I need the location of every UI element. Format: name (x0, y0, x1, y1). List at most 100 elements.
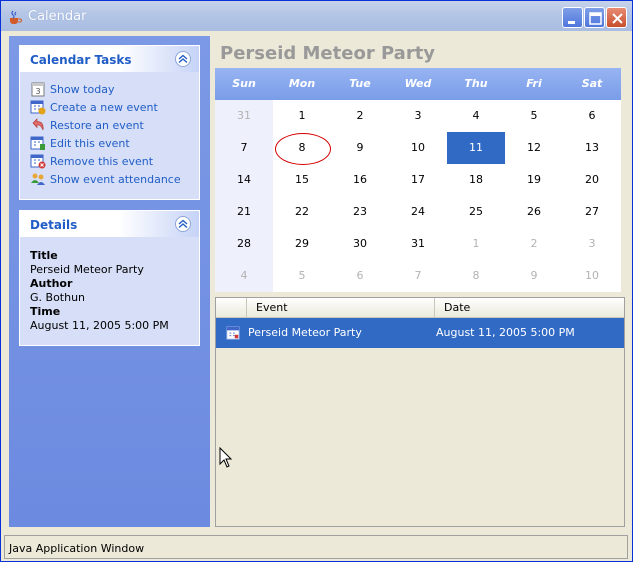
calendar-day[interactable]: 5 (505, 100, 563, 132)
details-header[interactable]: Details (20, 211, 199, 237)
day-of-week-header: Sun (232, 77, 256, 90)
day-of-week-header: Fri (526, 77, 542, 90)
calendar-day[interactable]: 17 (389, 164, 447, 196)
details-body: Title Perseid Meteor Party Author G. Bot… (20, 237, 199, 341)
close-icon (612, 13, 623, 24)
maximize-icon (589, 12, 602, 25)
sidebar: Calendar Tasks 3 Show today Create a new… (9, 36, 210, 527)
java-cup-icon (10, 10, 22, 24)
event-icon (226, 326, 240, 340)
calendar-day[interactable]: 14 (215, 164, 273, 196)
collapse-tasks-button[interactable] (175, 51, 191, 67)
calendar-day-other-month[interactable]: 5 (273, 260, 331, 292)
calendar-day[interactable]: 28 (215, 228, 273, 260)
calendar-day[interactable]: 8 (273, 132, 331, 165)
task-create-event[interactable]: Create a new event (30, 98, 189, 116)
task-remove-event[interactable]: Remove this event (30, 152, 189, 170)
details-panel: Details Title Perseid Meteor Party Autho… (19, 210, 200, 346)
detail-time-label: Time (30, 305, 61, 318)
calendar-day[interactable]: 25 (447, 196, 505, 228)
calendar-day[interactable]: 22 (273, 196, 331, 228)
calendar-day[interactable]: 29 (273, 228, 331, 260)
column-header-event[interactable]: Event (246, 298, 434, 318)
column-header-date[interactable]: Date (434, 298, 624, 318)
calendar-day-other-month[interactable]: 7 (389, 260, 447, 292)
calendar-day[interactable]: 12 (505, 132, 563, 164)
maximize-button[interactable] (584, 7, 605, 28)
calendar-day[interactable]: 1 (273, 100, 331, 132)
calendar-day[interactable]: 16 (331, 164, 389, 196)
calendar-day[interactable]: 6 (563, 100, 621, 132)
chevron-up-icon (178, 219, 188, 229)
day-of-week-header: Mon (288, 77, 316, 90)
calendar-tasks-title: Calendar Tasks (30, 53, 132, 67)
collapse-details-button[interactable] (175, 216, 191, 232)
app-window: Calendar Calendar Tasks 3 Show today Cre… (0, 0, 633, 562)
calendar-day[interactable]: 20 (563, 164, 621, 196)
calendar-day-other-month[interactable]: 3 (563, 228, 621, 260)
calendar-day[interactable]: 7 (215, 132, 273, 164)
title-bar[interactable]: Calendar (1, 1, 632, 31)
calendar-day-other-month[interactable]: 4 (215, 260, 273, 292)
minimize-button[interactable] (562, 7, 583, 28)
calendar-day-other-month[interactable]: 1 (447, 228, 505, 260)
calendar-edit-icon (30, 136, 45, 150)
calendar-day[interactable]: 30 (331, 228, 389, 260)
main-panel: Perseid Meteor Party Sun Mon Tue Wed Thu Fri S… (210, 36, 625, 527)
calendar-tasks-header[interactable]: Calendar Tasks (20, 46, 199, 72)
calendar-day-other-month[interactable]: 31 (215, 100, 273, 132)
calendar-day[interactable]: 15 (273, 164, 331, 196)
calendar-day[interactable]: 26 (505, 196, 563, 228)
close-button[interactable] (606, 7, 627, 28)
calendar-day[interactable]: 11 (447, 132, 505, 164)
people-icon (31, 173, 45, 185)
calendar-day-other-month[interactable]: 8 (447, 260, 505, 292)
events-table: Event Date Perseid Meteor Party August 1… (215, 297, 625, 527)
status-bar: Java Application Window (4, 535, 628, 559)
calendar-day-other-month[interactable]: 9 (505, 260, 563, 292)
task-edit-event[interactable]: Edit this event (30, 134, 189, 152)
detail-title-label: Title (30, 249, 58, 262)
chevron-up-icon (178, 54, 188, 64)
calendar-day[interactable]: 10 (389, 132, 447, 164)
calendar-header: Sun Mon Tue Wed Thu Fri Sat (215, 68, 621, 100)
calendar-day-other-month[interactable]: 10 (563, 260, 621, 292)
column-header-icon[interactable] (216, 298, 246, 318)
calendar-day[interactable]: 4 (447, 100, 505, 132)
calendar-day-icon: 3 (31, 82, 45, 97)
calendar-day[interactable]: 27 (563, 196, 621, 228)
calendar-day[interactable]: 23 (331, 196, 389, 228)
calendar-day[interactable]: 13 (563, 132, 621, 164)
calendar-day[interactable]: 31 (389, 228, 447, 260)
date-cell: August 11, 2005 5:00 PM (436, 326, 575, 339)
table-header: Event Date (216, 298, 624, 318)
detail-title-value: Perseid Meteor Party (30, 263, 144, 276)
month-calendar: Sun Mon Tue Wed Thu Fri Sat 31 1 2 3 4 5 6 7 8 9 10 11 12 1… (215, 68, 621, 292)
event-title: Perseid Meteor Party (220, 43, 436, 64)
task-restore-event[interactable]: Restore an event (30, 116, 189, 134)
calendar-day[interactable]: 19 (505, 164, 563, 196)
task-show-today[interactable]: 3 Show today (30, 80, 189, 98)
calendar-day[interactable]: 2 (331, 100, 389, 132)
task-label: Restore an event (50, 118, 144, 132)
day-of-week-header: Tue (349, 77, 371, 90)
task-show-attendance[interactable]: Show event attendance (30, 170, 189, 188)
task-label: Show event attendance (50, 172, 181, 186)
calendar-day[interactable]: 18 (447, 164, 505, 196)
calendar-day-other-month[interactable]: 6 (331, 260, 389, 292)
svg-text:3: 3 (35, 87, 40, 96)
detail-author-value: G. Bothun (30, 291, 86, 304)
calendar-day[interactable]: 9 (331, 132, 389, 164)
calendar-day[interactable]: 21 (215, 196, 273, 228)
calendar-remove-icon (30, 154, 46, 169)
calendar-day[interactable]: 3 (389, 100, 447, 132)
task-label: Create a new event (50, 100, 158, 114)
calendar-day[interactable]: 24 (389, 196, 447, 228)
calendar-tasks-panel: Calendar Tasks 3 Show today Create a new… (19, 45, 200, 200)
event-cell: Perseid Meteor Party (248, 326, 362, 339)
status-text: Java Application Window (9, 542, 145, 555)
mouse-cursor-icon (219, 447, 233, 468)
calendar-day-other-month[interactable]: 2 (505, 228, 563, 260)
table-row[interactable]: Perseid Meteor Party August 11, 2005 5:0… (216, 318, 624, 348)
task-label: Show today (50, 82, 115, 96)
